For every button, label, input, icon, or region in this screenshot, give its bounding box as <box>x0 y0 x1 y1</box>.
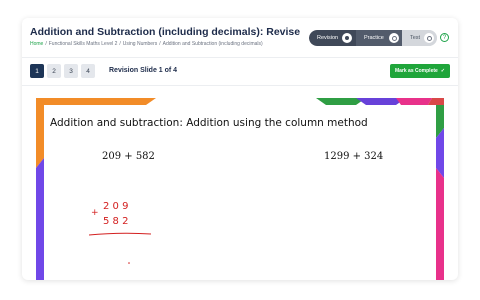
slide-frame: Addition and subtraction: Addition using… <box>36 98 444 280</box>
mode-practice[interactable]: Practice <box>356 30 402 46</box>
breadcrumb-home[interactable]: Home <box>30 41 43 47</box>
hand-top: 2 0 9 <box>103 201 128 212</box>
handwritten-working: + 2 0 9 5 8 2 <box>89 201 152 264</box>
hand-bottom: 5 8 2 <box>103 216 128 227</box>
expression-1: 209 + 582 <box>102 151 155 162</box>
mode-test-label: Test <box>410 35 421 41</box>
slide-button-2[interactable]: 2 <box>47 64 61 78</box>
slide-heading: Addition and subtraction: Addition using… <box>50 117 368 129</box>
header: Addition and Subtraction (including deci… <box>30 26 300 47</box>
radio-icon <box>424 33 434 43</box>
breadcrumb: Home / Functional Skills Maths Level 2/Usi… <box>30 41 263 47</box>
slide-nav: 1 2 3 4 <box>30 64 95 78</box>
breadcrumb-topic[interactable]: Using Numbers <box>123 41 157 47</box>
mark-complete-label: Mark as Complete <box>395 68 438 74</box>
slide-button-3[interactable]: 3 <box>64 64 78 78</box>
slide-info: Revision Slide 1 of 4 <box>109 67 178 74</box>
mode-test[interactable]: Test <box>402 30 437 46</box>
slide-content: Addition and subtraction: Addition using… <box>44 105 436 280</box>
page-title: Addition and Subtraction (including deci… <box>30 26 301 38</box>
help-icon[interactable]: ? <box>440 33 449 42</box>
radio-selected-icon <box>342 33 352 43</box>
mark-complete-button[interactable]: Mark as Complete ✓ <box>390 64 450 78</box>
slide-button-4[interactable]: 4 <box>81 64 95 78</box>
hand-plus: + <box>91 208 99 218</box>
divider <box>22 85 458 86</box>
slide-button-1[interactable]: 1 <box>30 64 44 78</box>
breadcrumb-current: Addition and Subtraction (including deci… <box>162 41 263 47</box>
expression-2: 1299 + 324 <box>324 151 384 162</box>
check-icon: ✓ <box>440 68 445 74</box>
mode-revision-label: Revision <box>317 35 339 41</box>
mode-revision[interactable]: Revision <box>309 30 356 46</box>
mode-toggle: Revision Practice Test <box>309 30 437 46</box>
radio-icon <box>389 33 399 43</box>
breadcrumb-level[interactable]: Functional Skills Maths Level 2 <box>49 41 118 47</box>
divider <box>22 57 458 58</box>
lesson-card: Addition and Subtraction (including deci… <box>22 18 458 280</box>
mode-practice-label: Practice <box>364 35 384 41</box>
